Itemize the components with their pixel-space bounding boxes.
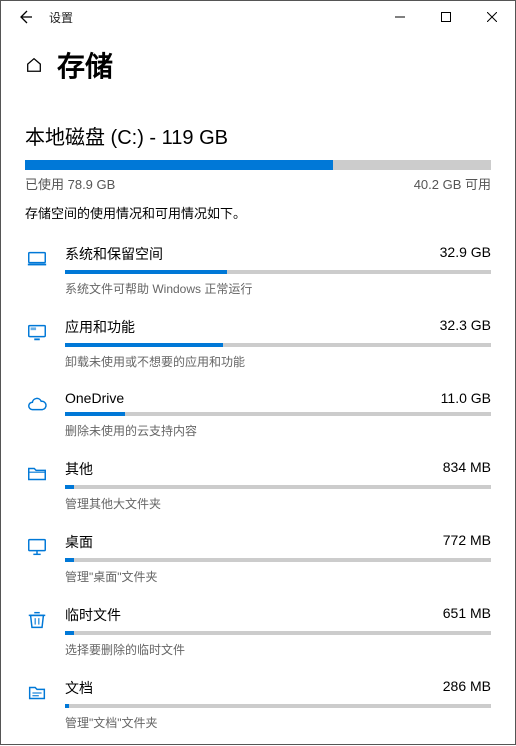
category-bar (65, 485, 491, 489)
category-name: 其他 (65, 459, 93, 479)
device-icon (25, 244, 49, 270)
apps-icon (25, 317, 49, 343)
category-name: 应用和功能 (65, 317, 135, 337)
content-area: 存储 本地磁盘 (C:) - 119 GB 已使用 78.9 GB 40.2 G… (1, 33, 515, 746)
category-bar (65, 343, 491, 347)
category-size: 11.0 GB (441, 390, 491, 406)
category-size: 32.9 GB (440, 244, 491, 264)
category-bar-fill (65, 704, 69, 708)
category-bar-fill (65, 558, 74, 562)
category-item[interactable]: OneDrive 11.0 GB 删除未使用的云支持内容 (25, 382, 491, 451)
category-size: 651 MB (443, 605, 491, 625)
category-bar (65, 270, 491, 274)
category-sub: 选择要删除的临时文件 (65, 641, 491, 658)
arrow-left-icon (17, 9, 33, 25)
category-sub: 管理"文档"文件夹 (65, 714, 491, 731)
category-name: 系统和保留空间 (65, 244, 163, 264)
home-icon[interactable] (25, 56, 43, 74)
category-bar (65, 412, 491, 416)
category-name: 临时文件 (65, 605, 121, 625)
category-name: 文档 (65, 678, 93, 698)
category-bar (65, 631, 491, 635)
category-item[interactable]: 其他 834 MB 管理其他大文件夹 (25, 451, 491, 524)
drive-usage-row: 已使用 78.9 GB 40.2 GB 可用 (25, 174, 491, 193)
category-size: 286 MB (443, 678, 491, 698)
page-header: 存储 (25, 45, 491, 85)
minimize-button[interactable] (377, 1, 423, 33)
page-title: 存储 (57, 45, 113, 85)
maximize-icon (441, 12, 451, 22)
drive-usage-bar (25, 160, 491, 170)
category-name: OneDrive (65, 390, 124, 406)
close-icon (487, 12, 497, 22)
document-icon (25, 678, 49, 704)
drive-title: 本地磁盘 (C:) - 119 GB (25, 121, 491, 150)
titlebar: 设置 (1, 1, 515, 33)
close-button[interactable] (469, 1, 515, 33)
desktop-icon (25, 532, 49, 558)
drive-usage-fill (25, 160, 333, 170)
category-size: 834 MB (443, 459, 491, 479)
category-size: 32.3 GB (440, 317, 491, 337)
category-item[interactable]: 文档 286 MB 管理"文档"文件夹 (25, 670, 491, 743)
cloud-icon (25, 390, 49, 416)
drive-description: 存储空间的使用情况和可用情况如下。 (25, 203, 491, 222)
category-sub: 系统文件可帮助 Windows 正常运行 (65, 280, 491, 297)
category-item[interactable]: 系统和保留空间 32.9 GB 系统文件可帮助 Windows 正常运行 (25, 236, 491, 309)
category-bar-fill (65, 343, 223, 347)
category-item[interactable]: 桌面 772 MB 管理"桌面"文件夹 (25, 524, 491, 597)
category-item[interactable]: 临时文件 651 MB 选择要删除的临时文件 (25, 597, 491, 670)
window-title: 设置 (49, 9, 73, 26)
trash-icon (25, 605, 49, 631)
category-list: 系统和保留空间 32.9 GB 系统文件可帮助 Windows 正常运行应用和功能 3… (25, 236, 491, 746)
drive-used-label: 已使用 78.9 GB (25, 174, 115, 193)
category-bar-fill (65, 485, 74, 489)
category-bar-fill (65, 631, 74, 635)
minimize-icon (395, 12, 405, 22)
category-size: 772 MB (443, 532, 491, 552)
category-bar-fill (65, 412, 125, 416)
folder-icon (25, 459, 49, 485)
category-sub: 管理其他大文件夹 (65, 495, 491, 512)
category-bar (65, 558, 491, 562)
category-item[interactable]: 应用和功能 32.3 GB 卸载未使用或不想要的应用和功能 (25, 309, 491, 382)
category-bar (65, 704, 491, 708)
category-sub: 管理"桌面"文件夹 (65, 568, 491, 585)
back-button[interactable] (9, 1, 41, 33)
category-sub: 删除未使用的云支持内容 (65, 422, 491, 439)
drive-free-label: 40.2 GB 可用 (414, 174, 491, 193)
maximize-button[interactable] (423, 1, 469, 33)
category-sub: 卸载未使用或不想要的应用和功能 (65, 353, 491, 370)
category-bar-fill (65, 270, 227, 274)
category-name: 桌面 (65, 532, 93, 552)
